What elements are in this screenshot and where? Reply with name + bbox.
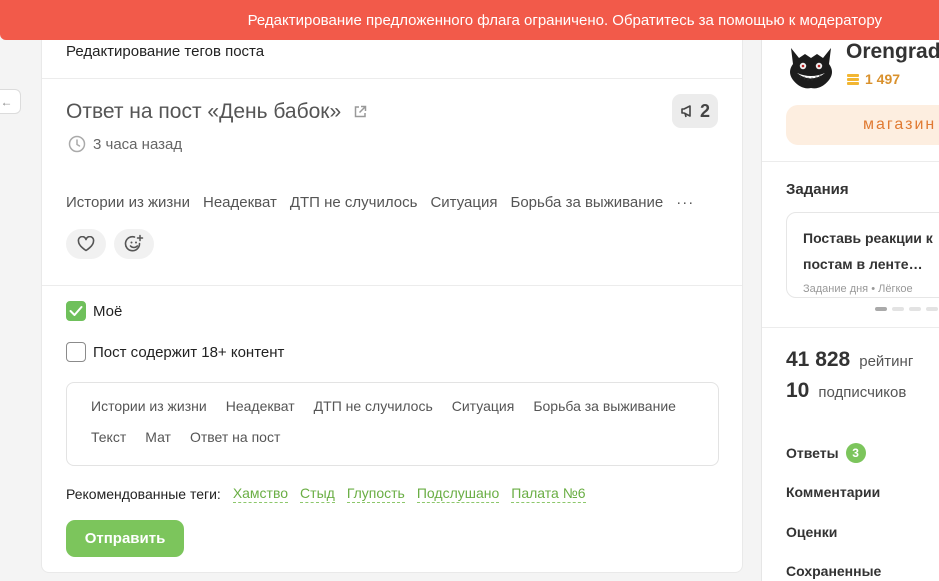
edit-tag[interactable]: Ситуация (452, 397, 515, 415)
rating-stat: 41 828 рейтинг (786, 348, 913, 372)
edit-tag[interactable]: Мат (145, 428, 171, 446)
recommended-tag[interactable]: Стыд (300, 484, 335, 503)
coins-value: 1 497 (865, 71, 901, 87)
nsfw-checkbox-row[interactable]: Пост содержит 18+ контент (66, 342, 284, 362)
nsfw-checkbox[interactable] (66, 342, 86, 362)
sidebar-divider (761, 40, 762, 581)
post-time: 3 часа назад (68, 135, 182, 153)
nsfw-label: Пост содержит 18+ контент (93, 343, 285, 361)
emoji-add-icon (124, 234, 144, 252)
tag-editor-field[interactable]: Истории из жизни Неадекват ДТП не случил… (66, 382, 719, 466)
rating-label: рейтинг (859, 353, 914, 370)
banner-text: Редактирование предложенного флага огран… (247, 11, 882, 29)
subscribers-value: 10 (786, 379, 810, 402)
submit-button[interactable]: Отправить (66, 520, 184, 557)
rating-value: 41 828 (786, 348, 851, 371)
tag-editor-card: Редактирование тегов поста Ответ на пост… (41, 30, 743, 573)
coins-icon (847, 74, 859, 85)
coins-balance: 1 497 (846, 71, 900, 87)
like-button[interactable] (66, 229, 106, 259)
tasks-heading: Задания (786, 181, 849, 198)
recommended-tags: Рекомендованные теги: Хамство Стыд Глупо… (66, 484, 586, 503)
edit-tag[interactable]: Борьба за выживание (533, 397, 676, 415)
recommended-tag[interactable]: Подслушано (416, 484, 500, 503)
task-title-line: постам в ленте… (803, 256, 923, 272)
carousel-dot[interactable] (892, 307, 904, 311)
comments-count: 2 (699, 100, 710, 121)
post-tags: Истории из жизни Неадекват ДТП не случил… (66, 194, 694, 211)
recommended-tag[interactable]: Глупость (346, 484, 405, 503)
arrow-left-icon: ← (0, 94, 13, 109)
mine-label: Моё (93, 302, 123, 320)
username[interactable]: Orengrad (846, 40, 939, 64)
post-title[interactable]: Ответ на пост «День бабок» (66, 100, 367, 124)
edit-tag[interactable]: Текст (91, 428, 126, 446)
subscribers-label: подписчиков (818, 384, 907, 401)
recommended-label: Рекомендованные теги: (66, 485, 221, 502)
task-meta: Задание дня • Лёгкое (803, 283, 913, 295)
answers-label: Ответы (786, 445, 839, 461)
edit-tag[interactable]: ДТП не случилось (314, 397, 433, 415)
clock-icon (68, 135, 86, 153)
moderation-banner: Редактирование предложенного флага огран… (0, 0, 939, 40)
avatar[interactable] (785, 44, 837, 90)
time-ago: 3 часа назад (93, 135, 183, 153)
edit-tag[interactable]: Ответ на пост (190, 428, 280, 446)
heart-icon (77, 236, 95, 252)
post-tag[interactable]: Ситуация (430, 194, 497, 211)
post-tag[interactable]: Истории из жизни (66, 194, 190, 211)
sidebar-divider (762, 161, 939, 162)
carousel-dot[interactable] (926, 307, 938, 311)
carousel-dot[interactable] (909, 307, 921, 311)
post-tag[interactable]: Неадекват (203, 194, 277, 211)
answers-badge: 3 (845, 443, 866, 463)
comments-count-button[interactable]: 2 (672, 94, 718, 128)
task-card[interactable]: Поставь реакции к постам в ленте… Задани… (786, 212, 939, 298)
task-title: Поставь реакции к постам в ленте… (803, 225, 939, 277)
editor-title: Редактирование тегов поста (66, 43, 265, 60)
edit-tag[interactable]: Истории из жизни (91, 397, 207, 415)
answers-link[interactable]: Ответы 3 (786, 443, 866, 463)
post-title-text[interactable]: Ответ на пост «День бабок» (66, 100, 341, 124)
mine-checkbox-row[interactable]: Моё (66, 301, 122, 321)
back-button[interactable]: ← (0, 89, 21, 114)
checkmark-icon (69, 306, 83, 316)
ratings-link[interactable]: Оценки (786, 524, 837, 540)
comments-link[interactable]: Комментарии (786, 484, 880, 500)
recommended-tag[interactable]: Палата №6 (511, 484, 586, 503)
post-tag[interactable]: ДТП не случилось (290, 194, 418, 211)
subscribers-stat[interactable]: 10 подписчиков (786, 379, 906, 403)
mine-checkbox[interactable] (66, 301, 86, 321)
task-title-line: Поставь реакции к (803, 230, 933, 246)
recommended-tag[interactable]: Хамство (232, 484, 289, 503)
megaphone-icon (681, 105, 691, 118)
sidebar-divider (762, 327, 939, 328)
divider (42, 285, 742, 286)
shop-button[interactable]: магазин (786, 105, 939, 145)
saved-link[interactable]: Сохраненные (786, 563, 881, 579)
post-tag[interactable]: Борьба за выживание (510, 194, 663, 211)
external-link-icon[interactable] (353, 105, 367, 119)
more-tags-button[interactable]: ··· (676, 194, 694, 211)
carousel-dot[interactable] (875, 307, 887, 311)
add-reaction-button[interactable] (114, 229, 154, 259)
carousel-dots (875, 307, 938, 311)
edit-tag[interactable]: Неадекват (226, 397, 295, 415)
